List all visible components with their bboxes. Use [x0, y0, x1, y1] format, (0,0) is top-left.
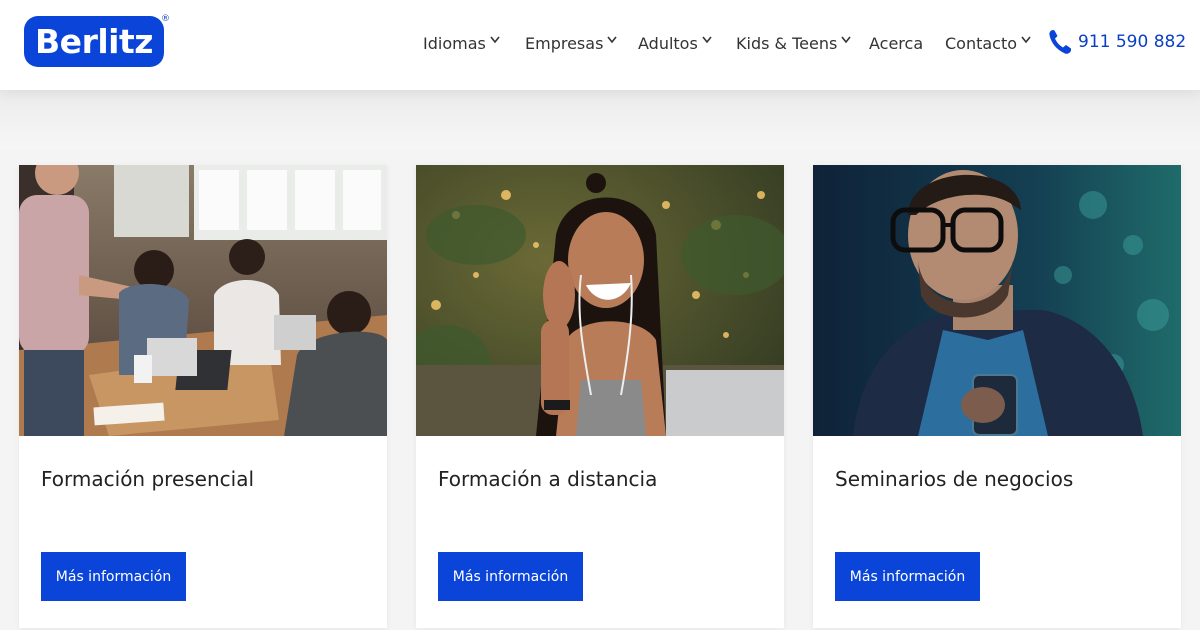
card-title: Seminarios de negocios [835, 467, 1074, 491]
video-call-woman-photo [416, 165, 784, 436]
nav-item-acerca[interactable]: Acerca [869, 30, 923, 56]
chevron-down-icon [841, 36, 851, 44]
businessman-phone-photo [813, 165, 1181, 436]
nav-label: Adultos [638, 33, 698, 53]
nav-item-contacto[interactable]: Contacto [945, 30, 1031, 56]
nav-label: Idiomas [423, 33, 486, 53]
card-formacion-distancia: Formación a distancia Más información [416, 165, 784, 628]
logo-text: Berlitz [35, 22, 153, 61]
site-header: Berlitz ® Idiomas Empresas Adultos Kids … [0, 0, 1200, 90]
nav-label: Empresas [525, 33, 604, 53]
card-title: Formación presencial [41, 467, 255, 491]
nav-item-kids-teens[interactable]: Kids & Teens [736, 30, 851, 56]
card-formacion-presencial: Formación presencial Más información [19, 165, 387, 628]
chevron-down-icon [490, 36, 500, 44]
phone-icon [1049, 30, 1071, 54]
chevron-down-icon [607, 36, 618, 44]
phone-link[interactable]: 911 590 882 [1048, 28, 1186, 56]
nav-label: Contacto [945, 33, 1018, 53]
nav-item-idiomas[interactable]: Idiomas [423, 30, 500, 56]
card-seminarios-negocios: Seminarios de negocios Más información [813, 165, 1181, 628]
berlitz-logo[interactable]: Berlitz [24, 16, 164, 67]
chevron-down-icon [1021, 36, 1031, 44]
registered-mark: ® [161, 14, 170, 24]
nav-label: Kids & Teens [736, 33, 838, 53]
nav-item-adultos[interactable]: Adultos [638, 30, 712, 56]
nav-label: Acerca [869, 33, 924, 53]
phone-number: 911 590 882 [1078, 32, 1187, 52]
mas-informacion-button[interactable]: Más información [438, 552, 583, 601]
card-title: Formación a distancia [438, 467, 658, 491]
nav-item-empresas[interactable]: Empresas [525, 30, 618, 56]
mas-informacion-button[interactable]: Más información [835, 552, 980, 601]
chevron-down-icon [702, 36, 712, 44]
mas-informacion-button[interactable]: Más información [41, 552, 186, 601]
office-meeting-photo [19, 165, 387, 436]
hero-band [0, 90, 1200, 150]
